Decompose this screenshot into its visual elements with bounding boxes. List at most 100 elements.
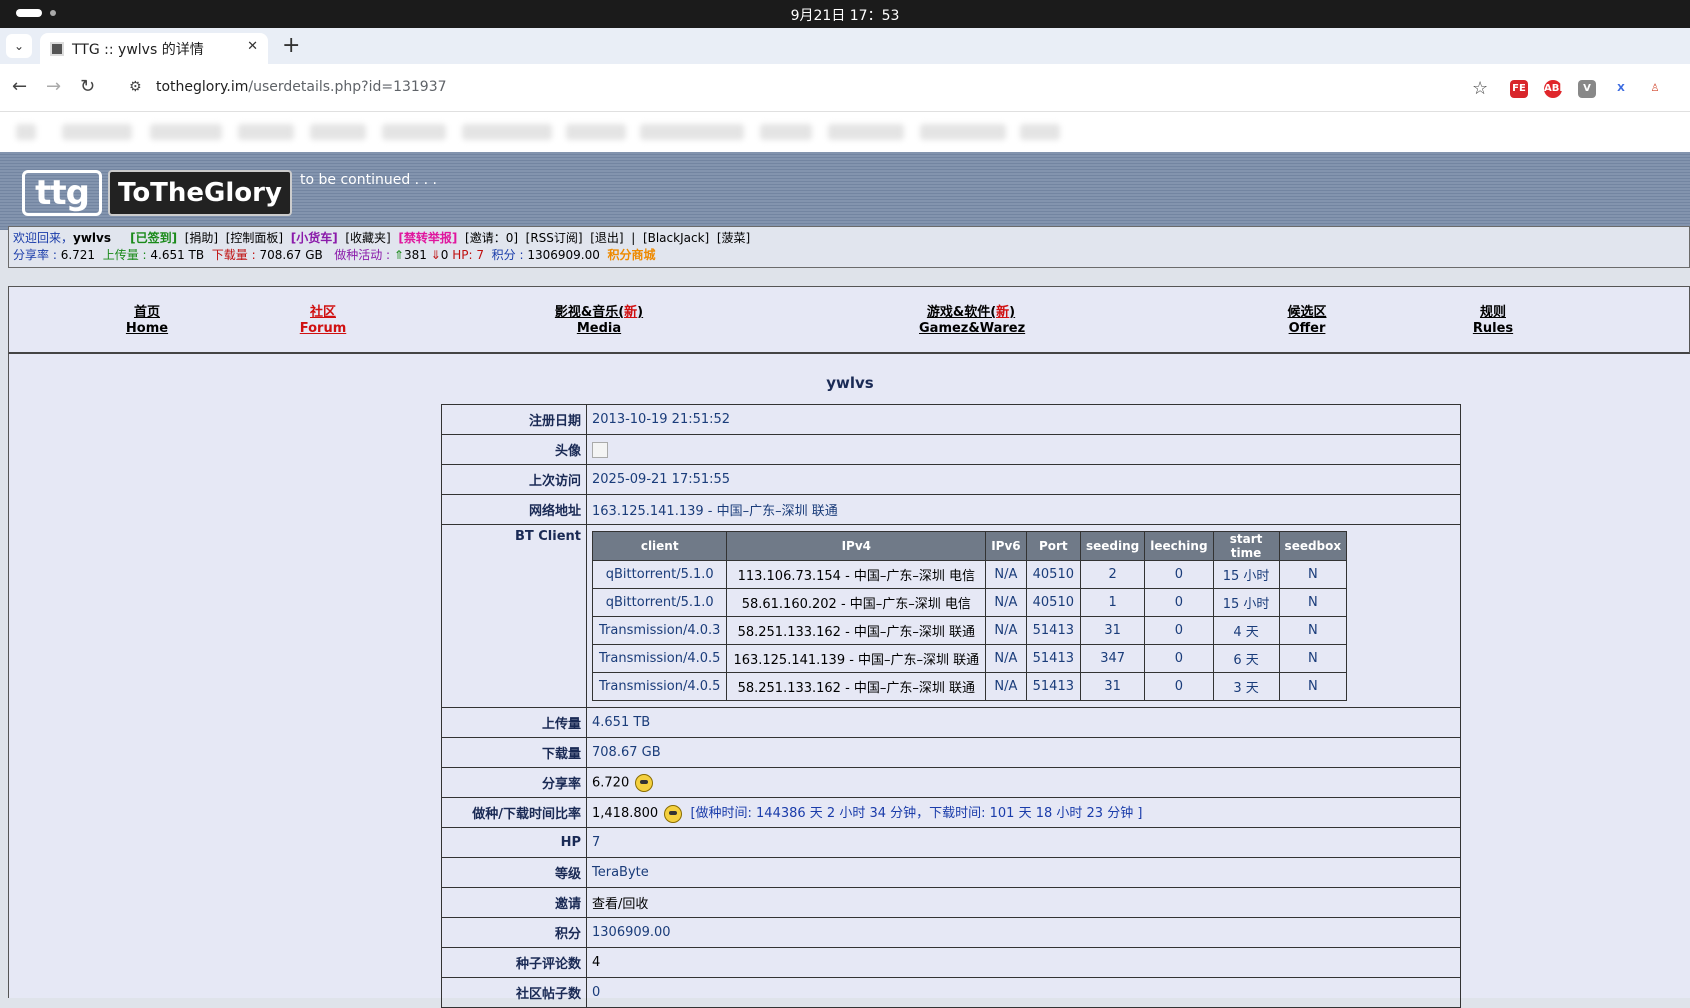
row-label: 邀请	[441, 887, 587, 918]
nav-rules-cn[interactable]: 规则	[1467, 305, 1519, 321]
current-username[interactable]: ywlvs	[73, 231, 111, 245]
separator: |	[631, 231, 636, 245]
bookmark-item[interactable]	[920, 124, 1006, 140]
nav-forum-en[interactable]: Forum	[293, 321, 353, 337]
upload-label: 上传量 :	[102, 248, 147, 262]
nav-games[interactable]: 游戏&软件(新) Gamez&Warez	[919, 305, 1025, 337]
points-shop-link[interactable]: 积分商城	[608, 248, 656, 262]
client-seeding: 2	[1079, 560, 1146, 589]
bocai-link[interactable]: [菠菜]	[717, 231, 750, 245]
nav-rules[interactable]: 规则 Rules	[1467, 305, 1519, 337]
rss-link[interactable]: [RSS订阅]	[526, 231, 583, 245]
nav-offer-cn[interactable]: 候选区	[1277, 305, 1337, 321]
nav-forum[interactable]: 社区 Forum	[293, 305, 353, 337]
forward-arrow-icon[interactable]: →	[46, 76, 61, 97]
bookmark-item[interactable]	[382, 124, 446, 140]
bt-client-row: Transmission/4.0.3 58.251.133.162 - 中国–广东…	[591, 616, 1348, 645]
favorites-link[interactable]: [收藏夹]	[345, 231, 390, 245]
client-leeching: 0	[1144, 616, 1214, 645]
logout-link[interactable]: [退出]	[590, 231, 623, 245]
activity-label: 做种活动 :	[334, 248, 391, 262]
nav-offer[interactable]: 候选区 Offer	[1277, 305, 1337, 337]
new-tab-plus-icon[interactable]: +	[282, 33, 300, 58]
nav-offer-en[interactable]: Offer	[1277, 321, 1337, 337]
leeching-count: 0	[440, 248, 449, 262]
address-bar[interactable]: ⚙ totheglory.im/userdetails.php?id=13193…	[112, 71, 1490, 105]
table-row: BT Client client IPv4 IPv6 Port seeding …	[441, 524, 1461, 708]
bookmark-item[interactable]	[150, 124, 222, 140]
smiley-icon	[635, 773, 654, 792]
bookmark-item[interactable]	[238, 124, 294, 140]
user-class: TeraByte	[586, 857, 1461, 888]
table-row: 分享率 6.720	[441, 767, 1461, 798]
table-row: 网络地址 163.125.141.139 - 中国–广东–深圳 联通	[441, 494, 1461, 525]
extension-v-icon[interactable]: V	[1578, 80, 1596, 98]
client-ipv4: 58.251.133.162 - 中国–广东–深圳 联通	[726, 616, 987, 645]
bookmark-item[interactable]	[1020, 124, 1060, 140]
bookmark-item[interactable]	[828, 124, 904, 140]
nav-home[interactable]: 首页 Home	[121, 305, 173, 337]
tab-search-chevron-icon[interactable]: ⌄	[6, 34, 32, 58]
url-text[interactable]: totheglory.im/userdetails.php?id=131937	[156, 79, 447, 95]
bookmark-item[interactable]	[16, 124, 36, 140]
client-ipv6: N/A	[985, 644, 1027, 673]
reload-icon[interactable]: ↻	[80, 76, 95, 97]
column-header: IPv4	[726, 531, 987, 561]
extension-person-icon[interactable]: ♙	[1646, 80, 1664, 98]
nav-media[interactable]: 影视&音乐(新) Media	[545, 305, 653, 337]
nav-media-cn-text: 影视&音乐(	[554, 305, 625, 320]
invite-manage-link[interactable]: 查看/回收	[586, 887, 1461, 918]
bookmarks-bar	[0, 112, 1690, 152]
welcome-text: 欢迎回来，	[13, 231, 74, 245]
page-title: ywlvs	[826, 374, 874, 392]
site-info-icon[interactable]: ⚙	[129, 79, 142, 95]
seedtime-detail: [做种时间: 144386 天 2 小时 34 分钟，下载时间: 101 天 1…	[690, 806, 1143, 822]
control-panel-link[interactable]: [控制面板]	[226, 231, 283, 245]
column-header: leeching	[1144, 531, 1214, 561]
system-clock[interactable]: 9月21日 17：53	[0, 5, 1690, 25]
blackjack-link[interactable]: [BlackJack]	[643, 231, 709, 245]
extension-fe-icon[interactable]: FE	[1510, 80, 1528, 98]
bookmark-item[interactable]	[310, 124, 366, 140]
row-label: 分享率	[441, 767, 587, 798]
nav-forum-cn[interactable]: 社区	[293, 305, 353, 321]
nav-games-en[interactable]: Gamez&Warez	[919, 321, 1025, 337]
client-start-time: 3 天	[1212, 672, 1280, 701]
cart-link[interactable]: [小货车]	[291, 231, 338, 245]
table-row: 社区帖子数 0	[441, 977, 1461, 1008]
donate-link[interactable]: [捐助]	[185, 231, 218, 245]
close-icon[interactable]: ✕	[247, 39, 258, 54]
checkin-link[interactable]: [已签到]	[130, 231, 177, 245]
row-label: 积分	[441, 917, 587, 948]
nav-games-cn[interactable]: 游戏&软件(新)	[919, 305, 1023, 321]
site-logo[interactable]: ttg ToTheGlory	[22, 170, 292, 216]
hp-value: 7	[476, 248, 485, 262]
bookmark-star-icon[interactable]: ☆	[1472, 78, 1488, 99]
report-link[interactable]: [禁转举报]	[398, 231, 457, 245]
bookmark-item[interactable]	[640, 124, 744, 140]
bookmark-item[interactable]	[760, 124, 812, 140]
table-row: 上次访问 2025-09-21 17:51:55	[441, 464, 1461, 495]
extension-x-icon[interactable]: X	[1612, 80, 1630, 98]
comments-count: 4	[586, 947, 1461, 978]
invite-link[interactable]: [邀请：0]	[465, 231, 518, 245]
client-ipv4: 163.125.141.139 - 中国–广东–深圳 联通	[726, 644, 987, 673]
browser-tab-active[interactable]: TTG :: ywlvs 的详情 ✕	[40, 33, 268, 64]
nav-media-en[interactable]: Media	[545, 321, 653, 337]
bt-client-table: client IPv4 IPv6 Port seeding leeching s…	[591, 531, 1348, 701]
smiley-icon	[664, 804, 683, 823]
bt-header-row: client IPv4 IPv6 Port seeding leeching s…	[591, 531, 1348, 561]
nav-home-en[interactable]: Home	[121, 321, 173, 337]
nav-rules-en[interactable]: Rules	[1467, 321, 1519, 337]
nav-media-cn[interactable]: 影视&音乐(新)	[545, 305, 653, 321]
bt-client-row: qBittorrent/5.1.0 113.106.73.154 - 中国–广东–…	[591, 560, 1348, 589]
client-port: 40510	[1025, 560, 1081, 589]
client-leeching: 0	[1144, 672, 1214, 701]
bookmark-item[interactable]	[62, 124, 132, 140]
back-arrow-icon[interactable]: ←	[12, 76, 27, 97]
adblock-plus-icon[interactable]: ABP	[1544, 80, 1567, 98]
nav-home-cn[interactable]: 首页	[121, 305, 173, 321]
bookmark-item[interactable]	[566, 124, 626, 140]
row-label: BT Client	[441, 524, 587, 708]
bookmark-item[interactable]	[462, 124, 552, 140]
